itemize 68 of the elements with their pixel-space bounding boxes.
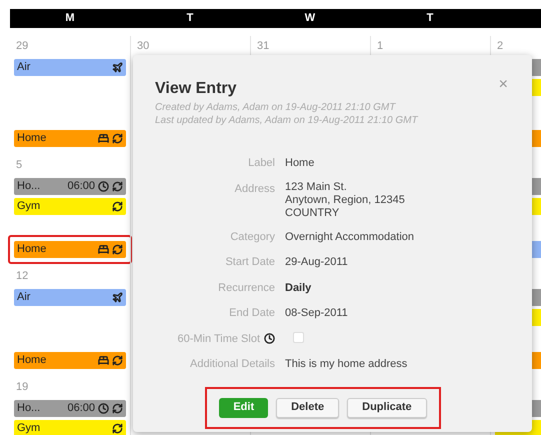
weekday-label: M — [65, 11, 75, 26]
date-number: 5 — [16, 158, 22, 173]
checkbox[interactable] — [293, 332, 304, 342]
date-number: 30 — [137, 38, 150, 54]
date-number: 31 — [257, 38, 270, 54]
clock-icon — [98, 181, 109, 192]
event-label: Home — [17, 133, 46, 144]
event-bar[interactable]: Gym — [14, 420, 126, 435]
clock-icon — [98, 403, 109, 414]
weekday-label: W — [304, 11, 316, 26]
bed-icon — [98, 133, 109, 144]
field-label: End Date — [229, 306, 275, 321]
plane-icon — [112, 62, 123, 73]
date-number: 29 — [16, 38, 28, 54]
created-info: Created by Adams, Adam on 19-Aug-2011 21:10 GMT — [155, 101, 397, 114]
updated-info: Last updated by Adams, Adam on 19-Aug-2011 21:10 GMT — [155, 114, 418, 127]
event-label: Ho... — [17, 403, 40, 414]
repeat-icon — [112, 403, 123, 414]
plane-icon — [112, 292, 123, 303]
repeat-icon — [112, 201, 123, 212]
weekday-label: T — [186, 11, 194, 26]
field-value: This is my home address — [285, 357, 408, 372]
event-bar[interactable]: Ho... 06:00 — [14, 178, 126, 195]
event-time: 06:00 — [67, 181, 95, 192]
event-time: 06:00 — [67, 403, 95, 414]
dialog-title: View Entry — [155, 79, 238, 99]
field-value: Daily — [285, 280, 312, 296]
event-bar[interactable]: Home — [14, 241, 126, 258]
field-label: Address — [234, 182, 275, 196]
field-value: Overnight Accommodation — [285, 230, 416, 244]
event-label: Home — [17, 355, 46, 366]
field-value: 29-Aug-2011 — [285, 255, 349, 270]
date-number: 19 — [16, 380, 28, 395]
date-number: 12 — [16, 268, 28, 284]
date-number: 2 — [497, 38, 504, 54]
repeat-icon — [112, 133, 123, 144]
field-label: Category — [230, 230, 275, 244]
event-label: Gym — [17, 423, 40, 434]
field-value: 08-Sep-2011 — [285, 306, 349, 321]
repeat-icon — [112, 355, 123, 366]
clock-icon — [264, 333, 275, 344]
field-label: Recurrence — [218, 280, 275, 296]
action-button[interactable]: Duplicate — [347, 398, 427, 418]
event-label: Gym — [17, 201, 40, 212]
event-bar[interactable]: Ho... 06:00 — [14, 400, 126, 417]
weekday-label: T — [426, 11, 434, 26]
bed-icon — [98, 244, 109, 255]
date-number: 1 — [377, 38, 384, 54]
event-bar[interactable]: Air — [14, 59, 126, 76]
event-label: Air — [17, 62, 30, 73]
repeat-icon — [112, 244, 123, 255]
field-label: 60-Min Time Slot — [177, 332, 260, 346]
event-bar[interactable]: Home — [14, 130, 126, 147]
field-label: Label — [248, 156, 275, 171]
field-label: Additional Details — [190, 357, 275, 372]
event-bar[interactable]: Gym — [14, 198, 126, 215]
field-value: 123 Main St. Anytown, Region, 12345 COUNTRY — [285, 180, 406, 220]
repeat-icon — [112, 181, 123, 192]
action-button[interactable]: Delete — [276, 398, 340, 418]
field-value: Home — [285, 156, 316, 171]
event-bar[interactable]: Air — [14, 289, 126, 306]
field-label: Start Date — [225, 255, 275, 270]
event-label: Home — [17, 244, 46, 255]
event-label: Ho... — [17, 181, 40, 192]
event-label: Air — [17, 292, 30, 303]
bed-icon — [98, 355, 109, 366]
event-bar[interactable]: Home — [14, 352, 126, 369]
repeat-icon — [112, 423, 123, 434]
